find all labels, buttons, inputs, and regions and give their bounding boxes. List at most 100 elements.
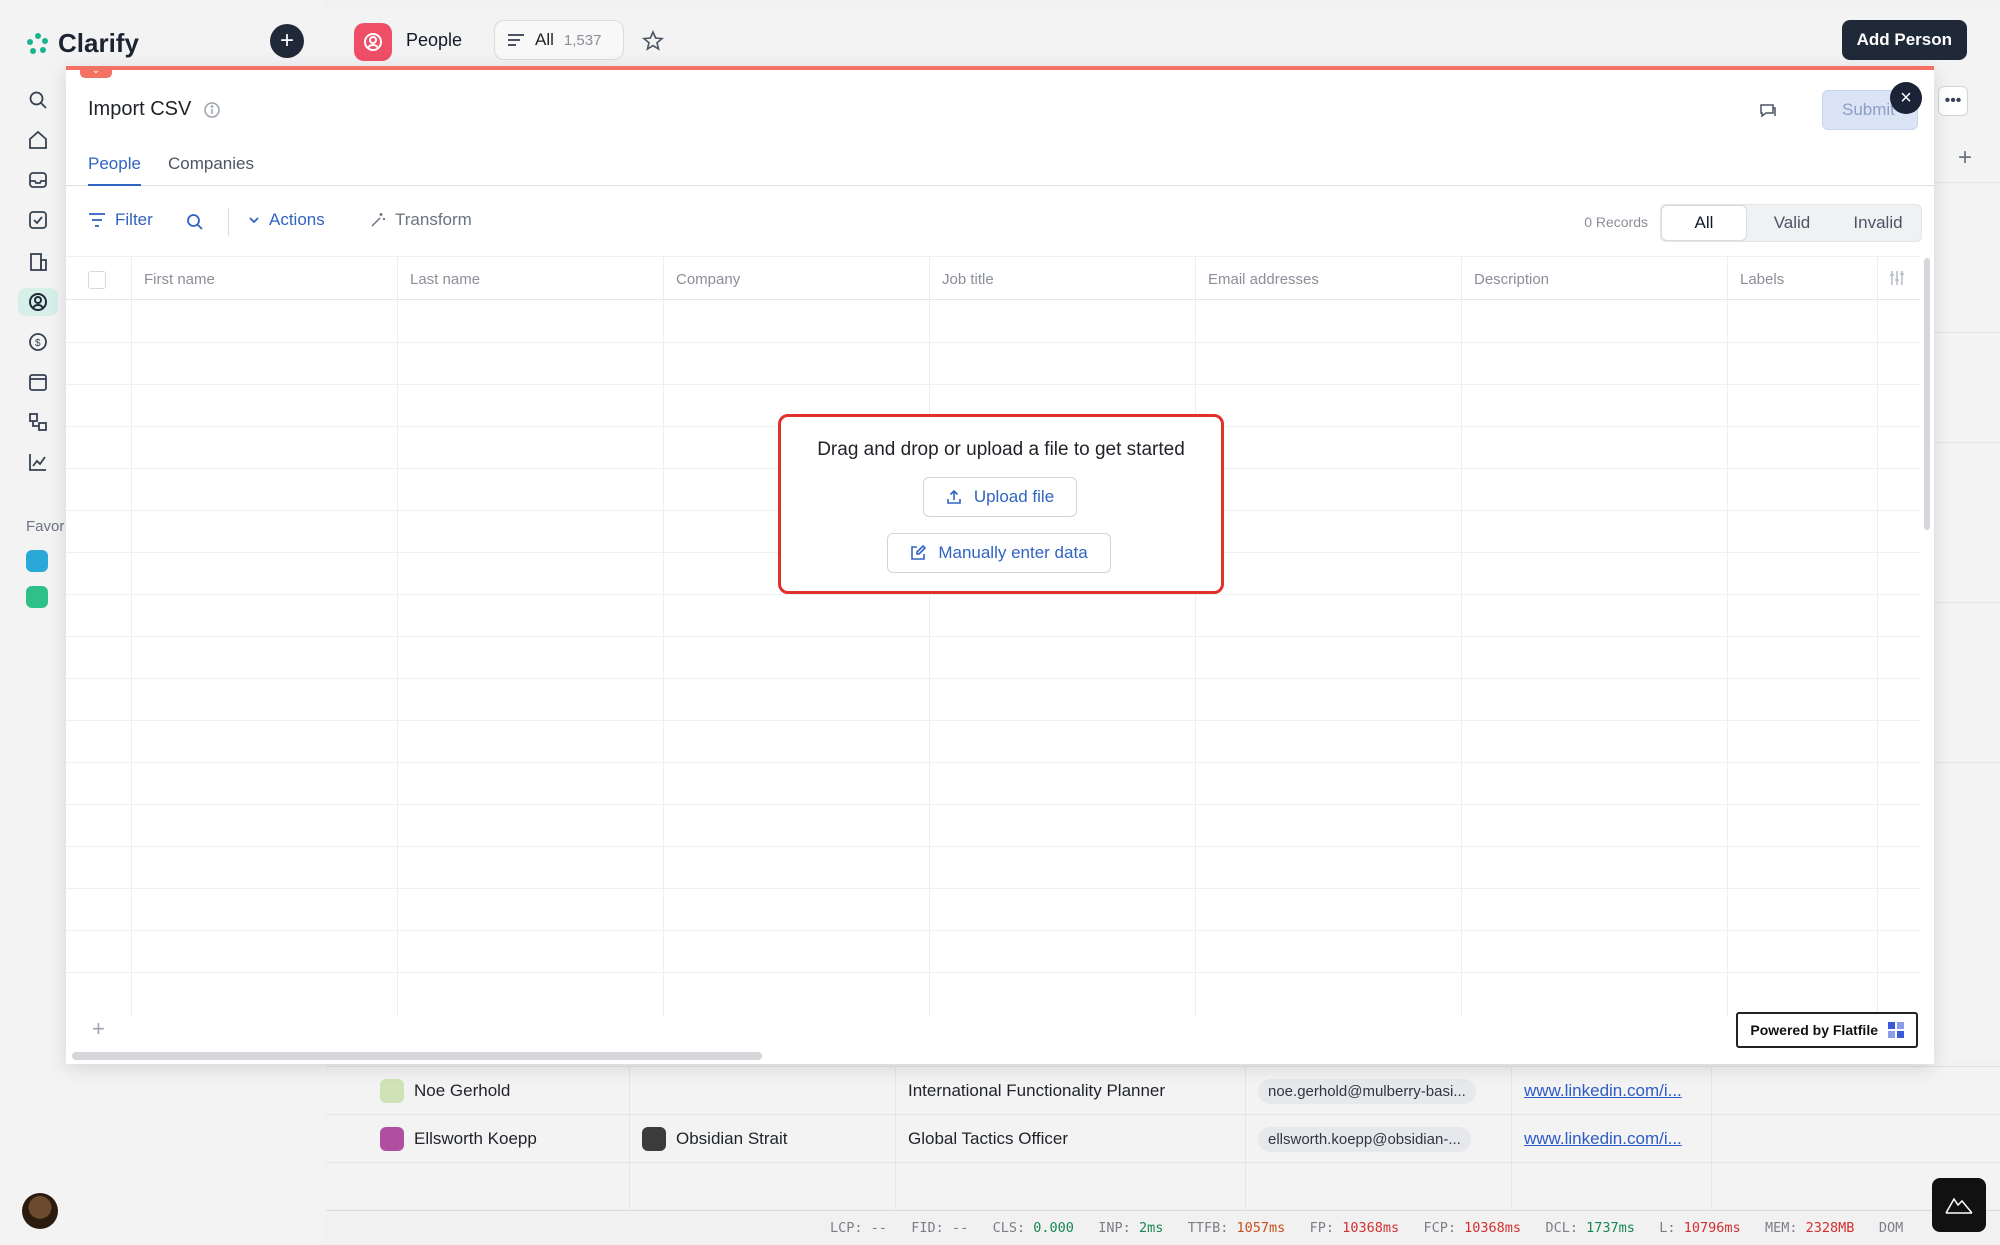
grid-row-line bbox=[66, 342, 1920, 343]
people-object-icon bbox=[354, 23, 392, 61]
add-row-icon[interactable]: + bbox=[92, 1016, 105, 1042]
table-row[interactable]: Ellsworth Koepp Obsidian Strait Global T… bbox=[326, 1115, 2000, 1163]
modal-header: Import CSV bbox=[88, 98, 221, 121]
name-cell[interactable]: Ellsworth Koepp bbox=[326, 1115, 630, 1163]
chevron-down-icon bbox=[249, 217, 259, 224]
company-name: Obsidian Strait bbox=[676, 1129, 788, 1148]
ttfb-label: TTFB: bbox=[1187, 1220, 1229, 1236]
person-name: Ellsworth Koepp bbox=[414, 1129, 537, 1148]
upload-file-button[interactable]: Upload file bbox=[923, 477, 1077, 517]
view-name: All bbox=[535, 30, 554, 49]
workflows-icon[interactable] bbox=[24, 408, 52, 436]
search-icon[interactable] bbox=[24, 86, 52, 114]
import-csv-modal: ⌄ Import CSV Submit × People Companies F… bbox=[66, 66, 1934, 1064]
view-selector[interactable]: All 1,537 bbox=[494, 20, 624, 60]
tasks-icon[interactable] bbox=[24, 206, 52, 234]
user-avatar[interactable] bbox=[22, 1193, 58, 1229]
email-pill[interactable]: ellsworth.koepp@obsidian-... bbox=[1258, 1126, 1471, 1152]
people-icon[interactable] bbox=[18, 288, 58, 316]
transform-button[interactable]: Transform bbox=[370, 210, 472, 230]
dcl-value: 1737ms bbox=[1586, 1220, 1635, 1236]
favorite-item-icon[interactable] bbox=[26, 550, 48, 572]
people-table: Noe Gerhold International Functionality … bbox=[326, 1066, 2000, 1211]
inbox-icon[interactable] bbox=[24, 166, 52, 194]
email-cell[interactable]: ellsworth.koepp@obsidian-... bbox=[1246, 1115, 1512, 1163]
select-all-checkbox[interactable] bbox=[88, 271, 106, 289]
manual-entry-button[interactable]: Manually enter data bbox=[887, 533, 1111, 573]
favorite-item-icon[interactable] bbox=[26, 586, 48, 608]
tab-people[interactable]: People bbox=[88, 154, 141, 186]
dropzone-prompt: Drag and drop or upload a file to get st… bbox=[817, 439, 1185, 460]
devtools-badge-icon[interactable] bbox=[1932, 1178, 1986, 1232]
horizontal-scrollbar[interactable] bbox=[72, 1052, 762, 1060]
name-cell[interactable]: Noe Gerhold bbox=[326, 1067, 630, 1115]
segment-invalid[interactable]: Invalid bbox=[1835, 205, 1921, 241]
vertical-scrollbar[interactable] bbox=[1924, 258, 1930, 530]
empty-cell bbox=[896, 1163, 1246, 1211]
linkedin-link[interactable]: www.linkedin.com/i... bbox=[1524, 1081, 1682, 1101]
grid-row-line bbox=[66, 846, 1920, 847]
search-icon[interactable] bbox=[186, 213, 204, 231]
powered-by-flatfile-badge[interactable]: Powered by Flatfile bbox=[1736, 1012, 1918, 1048]
grid-row-line bbox=[66, 594, 1920, 595]
segment-valid[interactable]: Valid bbox=[1749, 205, 1835, 241]
filter-button[interactable]: Filter bbox=[88, 210, 153, 230]
email-pill[interactable]: noe.gerhold@mulberry-basi... bbox=[1258, 1078, 1476, 1104]
column-header[interactable]: First name bbox=[144, 271, 215, 288]
data-grid: First name Last name Company Job title E… bbox=[66, 256, 1920, 1016]
toolbar-divider bbox=[228, 208, 229, 236]
add-person-button[interactable]: Add Person bbox=[1841, 20, 1967, 60]
reports-icon[interactable] bbox=[24, 448, 52, 476]
job-title-cell[interactable]: International Functionality Planner bbox=[896, 1067, 1246, 1115]
sidebar-nav: $ bbox=[18, 86, 68, 488]
fp-label: FP: bbox=[1309, 1220, 1335, 1236]
linkedin-cell[interactable]: www.linkedin.com/i... bbox=[1512, 1067, 1712, 1115]
column-settings-icon[interactable] bbox=[1888, 269, 1906, 287]
more-options-icon[interactable]: ••• bbox=[1938, 86, 1968, 116]
column-header[interactable]: Company bbox=[676, 271, 740, 288]
deals-icon[interactable]: $ bbox=[24, 328, 52, 356]
fid-metric: FID: -- bbox=[911, 1220, 969, 1236]
person-avatar bbox=[380, 1127, 404, 1151]
divider bbox=[1932, 602, 2000, 603]
linkedin-cell[interactable]: www.linkedin.com/i... bbox=[1512, 1115, 1712, 1163]
column-header[interactable]: Job title bbox=[942, 271, 994, 288]
linkedin-link[interactable]: www.linkedin.com/i... bbox=[1524, 1129, 1682, 1149]
fp-value: 10368ms bbox=[1342, 1220, 1400, 1236]
grid-row-line bbox=[66, 636, 1920, 637]
chat-icon[interactable] bbox=[1758, 100, 1778, 120]
table-row[interactable]: Noe Gerhold International Functionality … bbox=[326, 1067, 2000, 1115]
close-icon[interactable]: × bbox=[1890, 82, 1922, 114]
home-icon[interactable] bbox=[24, 126, 52, 154]
actions-dropdown[interactable]: Actions bbox=[248, 210, 325, 230]
table-row[interactable] bbox=[326, 1163, 2000, 1211]
upload-file-label: Upload file bbox=[973, 487, 1055, 506]
column-header[interactable]: Last name bbox=[410, 271, 480, 288]
column-header[interactable]: Labels bbox=[1740, 271, 1784, 288]
upload-dropzone[interactable]: Drag and drop or upload a file to get st… bbox=[778, 414, 1224, 594]
fcp-label: FCP: bbox=[1423, 1220, 1457, 1236]
company-cell[interactable] bbox=[630, 1067, 896, 1115]
column-header[interactable]: Description bbox=[1474, 271, 1549, 288]
load-label: L: bbox=[1659, 1220, 1676, 1236]
segment-all[interactable]: All bbox=[1661, 205, 1747, 241]
add-column-icon[interactable]: + bbox=[1958, 144, 1972, 172]
calendar-icon[interactable] bbox=[24, 368, 52, 396]
app-logo[interactable]: Clarify bbox=[26, 28, 139, 59]
divider bbox=[1932, 762, 2000, 763]
job-title: Global Tactics Officer bbox=[908, 1129, 1068, 1148]
column-header[interactable]: Email addresses bbox=[1208, 271, 1319, 288]
company-cell[interactable]: Obsidian Strait bbox=[630, 1115, 896, 1163]
companies-icon[interactable] bbox=[24, 248, 52, 276]
fcp-value: 10368ms bbox=[1464, 1220, 1522, 1236]
grid-row-line bbox=[66, 384, 1920, 385]
tab-companies[interactable]: Companies bbox=[168, 154, 254, 184]
job-title-cell[interactable]: Global Tactics Officer bbox=[896, 1115, 1246, 1163]
divider bbox=[1932, 332, 2000, 333]
star-icon[interactable] bbox=[642, 30, 664, 52]
filter-icon bbox=[89, 213, 105, 227]
create-new-button[interactable]: + bbox=[270, 24, 304, 58]
info-icon[interactable] bbox=[203, 101, 221, 119]
collapse-chevron-icon[interactable]: ⌄ bbox=[80, 66, 112, 78]
email-cell[interactable]: noe.gerhold@mulberry-basi... bbox=[1246, 1067, 1512, 1115]
